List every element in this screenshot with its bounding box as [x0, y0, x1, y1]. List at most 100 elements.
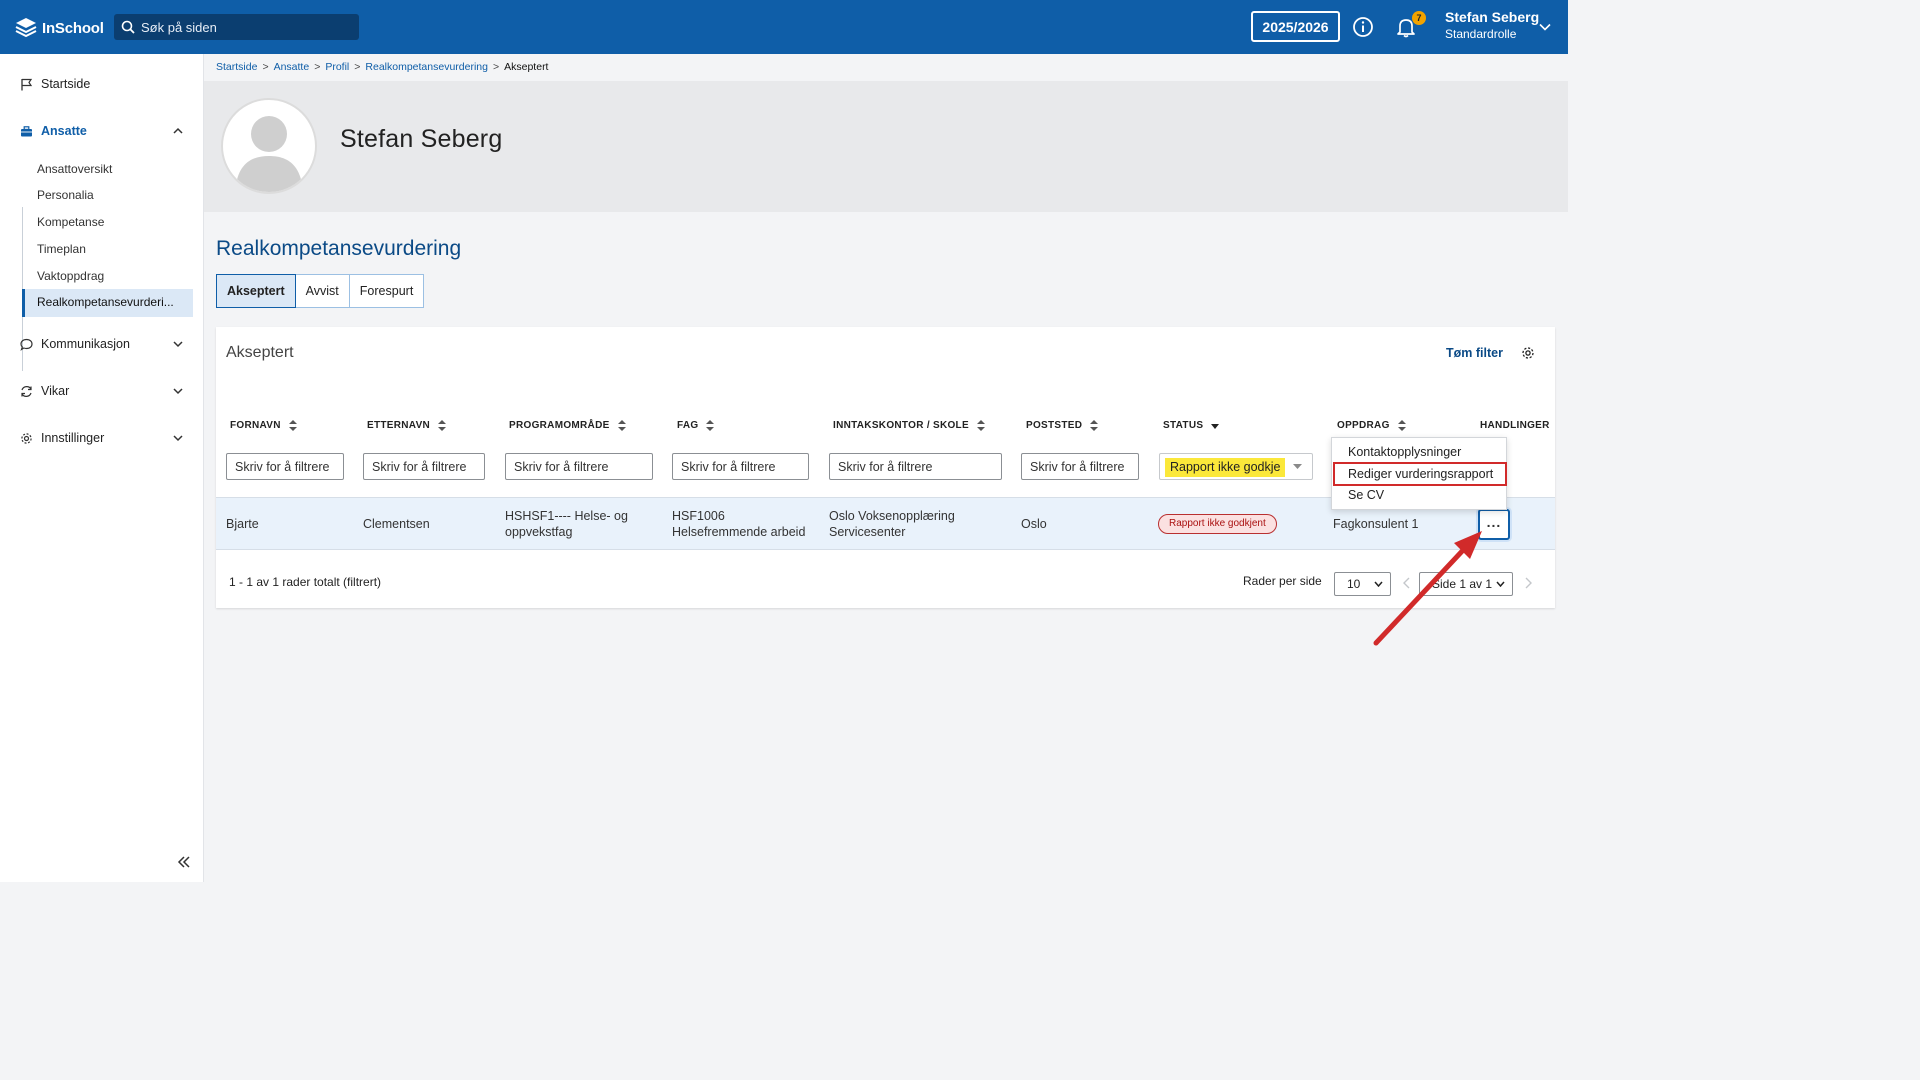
breadcrumb-separator-icon: >	[262, 61, 269, 73]
menu-item-se-cv[interactable]: Se CV	[1348, 488, 1384, 502]
breadcrumb: Startside > Ansatte > Profil > Realkompetan…	[216, 61, 548, 73]
chevron-down-icon[interactable]	[172, 338, 184, 350]
column-header-label: OPPDRAG	[1337, 420, 1390, 431]
sidebar-subitem-realkompetansevurdering[interactable]: Realkompetansevurderi...	[22, 289, 193, 317]
cell-inntakskontor: Oslo Voksenopplæring Servicesenter	[829, 508, 955, 540]
column-header-oppdrag[interactable]: OPPDRAG	[1337, 420, 1406, 431]
sidebar-subitem-ansattoversikt[interactable]: Ansattoversikt	[37, 162, 112, 176]
column-header-label: INNTAKSKONTOR / SKOLE	[833, 420, 969, 431]
sidebar-subitem-timeplan[interactable]: Timeplan	[37, 242, 86, 256]
tab-avvist[interactable]: Avvist	[294, 274, 350, 308]
chevron-down-icon[interactable]	[172, 385, 184, 397]
chevron-up-icon[interactable]	[172, 125, 184, 137]
column-header-label: FORNAVN	[230, 420, 281, 431]
filter-status-select[interactable]: Rapport ikke godkje	[1159, 453, 1313, 480]
sidebar-item-startside[interactable]: Startside	[20, 73, 190, 95]
logo-text: InSchool	[42, 19, 104, 37]
column-header-status[interactable]: STATUS	[1163, 420, 1220, 431]
user-role: Standardrolle	[1445, 27, 1517, 41]
inschool-logo[interactable]: InSchool	[14, 14, 104, 42]
clear-filter-button[interactable]: Tøm filter	[1446, 346, 1503, 360]
column-header-label: FAG	[677, 420, 699, 431]
breadcrumb-profil[interactable]: Profil	[325, 61, 349, 73]
search-input[interactable]	[141, 19, 359, 35]
cell-poststed: Oslo	[1021, 517, 1047, 531]
sort-icon	[438, 420, 447, 431]
cell-programomrade: HSHSF1---- Helse- og oppvekstfag	[505, 508, 628, 540]
sidebar-item-label: Vikar	[41, 384, 70, 398]
breadcrumb-separator-icon: >	[492, 61, 500, 73]
sidebar-item-label: Ansatte	[41, 124, 87, 138]
rows-per-page-value: 10	[1347, 577, 1361, 591]
column-header-poststed[interactable]: POSTSTED	[1026, 420, 1099, 431]
sidebar-item-vikar[interactable]: Vikar	[20, 380, 190, 402]
settings-gear-icon[interactable]	[1521, 346, 1535, 360]
status-badge: Rapport ikke godkjent	[1158, 514, 1277, 534]
cell-line: Servicesenter	[829, 525, 906, 539]
cell-fornavn: Bjarte	[226, 517, 259, 531]
filter-fag-input[interactable]	[672, 453, 809, 480]
sidebar-item-innstillinger[interactable]: Innstillinger	[20, 427, 190, 449]
sort-icon	[1090, 420, 1099, 431]
column-header-handlinger: HANDLINGER	[1480, 420, 1550, 431]
breadcrumb-startside[interactable]: Startside	[216, 61, 257, 73]
breadcrumb-separator-icon: >	[314, 61, 321, 73]
table-title: Akseptert	[226, 344, 294, 361]
filter-fornavn-input[interactable]	[226, 453, 344, 480]
avatar	[221, 98, 317, 194]
briefcase-icon	[21, 125, 32, 136]
sort-icon	[976, 420, 985, 431]
sidebar-item-label: Innstillinger	[41, 431, 105, 445]
sidebar-item-ansatte[interactable]: Ansatte	[20, 120, 190, 142]
sidebar-subitem-kompetanse[interactable]: Kompetanse	[37, 215, 104, 229]
swap-icon	[21, 385, 32, 397]
chevron-right-icon[interactable]	[1523, 577, 1533, 589]
breadcrumb-ansatte[interactable]: Ansatte	[274, 61, 310, 73]
breadcrumb-realkompetansevurdering[interactable]: Realkompetansevurdering	[365, 61, 488, 73]
menu-item-rediger-vurderingsrapport[interactable]: Rediger vurderingsrapport	[1348, 467, 1493, 481]
column-header-label: STATUS	[1163, 420, 1204, 431]
chevron-down-icon[interactable]	[172, 432, 184, 444]
breadcrumb-current: Akseptert	[504, 61, 549, 73]
user-name: Stefan Seberg	[1445, 9, 1540, 25]
gear-icon	[21, 432, 32, 444]
cell-line: HSF1006	[672, 509, 725, 523]
profile-name: Stefan Seberg	[340, 125, 503, 153]
annotation-arrow-icon	[1373, 531, 1482, 646]
tab-akseptert[interactable]: Akseptert	[216, 274, 296, 308]
caret-down-icon	[1293, 464, 1302, 469]
notification-badge: 7	[1412, 11, 1426, 25]
cell-line: Helsefremmende arbeid	[672, 525, 806, 539]
search-box[interactable]	[114, 14, 359, 40]
sort-icon	[706, 420, 715, 431]
filter-inntakskontor-input[interactable]	[829, 453, 1002, 480]
column-header-label: POSTSTED	[1026, 420, 1083, 431]
sidebar-subitem-personalia[interactable]: Personalia	[37, 188, 94, 202]
chevron-down-icon	[1496, 581, 1505, 587]
sidebar: Startside Ansatte Ansattoversikt Persona…	[0, 54, 204, 882]
user-menu[interactable]: Stefan Seberg Standardrolle	[1445, 9, 1539, 41]
cell-line: HSHSF1---- Helse- og	[505, 509, 628, 523]
filter-etternavn-input[interactable]	[363, 453, 485, 480]
search-icon	[121, 20, 135, 34]
collapse-sidebar-icon[interactable]	[176, 854, 192, 870]
sidebar-subitem-vaktoppdrag[interactable]: Vaktoppdrag	[37, 269, 104, 283]
tab-forespurt[interactable]: Forespurt	[348, 274, 425, 308]
cell-etternavn: Clementsen	[363, 517, 430, 531]
column-header-programomrade[interactable]: PROGRAMOMRÅDE	[509, 420, 626, 431]
column-header-etternavn[interactable]: ETTERNAVN	[367, 420, 447, 431]
page-title: Realkompetansevurdering	[216, 237, 462, 260]
filter-programomrade-input[interactable]	[505, 453, 653, 480]
column-header-inntakskontor[interactable]: INNTAKSKONTOR / SKOLE	[833, 420, 985, 431]
column-header-fag[interactable]: FAG	[677, 420, 715, 431]
column-header-fornavn[interactable]: FORNAVN	[230, 420, 297, 431]
sidebar-subitem-label: Realkompetansevurderi...	[37, 295, 174, 309]
school-year-button[interactable]: 2025/2026	[1251, 11, 1340, 42]
info-icon[interactable]	[1352, 16, 1374, 38]
menu-item-kontaktopplysninger[interactable]: Kontaktopplysninger	[1348, 445, 1461, 459]
row-count: 1 - 1 av 1 rader totalt (filtrert)	[229, 575, 382, 589]
chevron-down-icon[interactable]	[1538, 20, 1552, 34]
filter-poststed-input[interactable]	[1021, 453, 1139, 480]
sidebar-item-kommunikasjon[interactable]: Kommunikasjon	[20, 333, 190, 355]
column-header-label: ETTERNAVN	[367, 420, 431, 431]
